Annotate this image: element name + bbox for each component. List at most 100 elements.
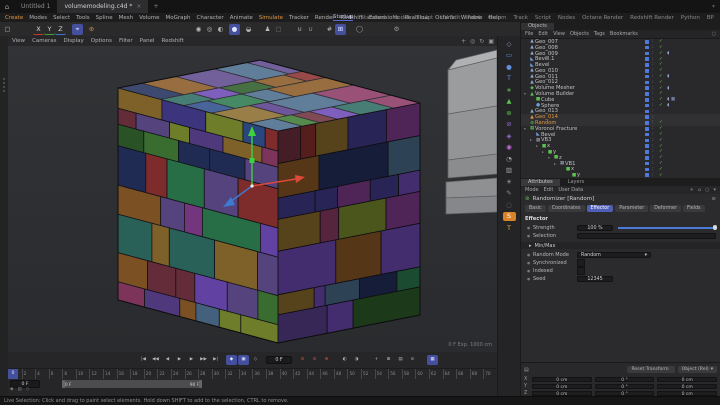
cloner-icon[interactable]: ∗	[503, 86, 516, 94]
current-frame-field[interactable]: 0 F	[266, 356, 292, 364]
snap-settings-button[interactable]: ∪	[305, 24, 316, 35]
viewport-menu-item[interactable]: Options	[91, 38, 112, 44]
viewport-menu-item[interactable]: Cameras	[32, 38, 56, 44]
layer-chip[interactable]	[645, 115, 649, 119]
volume-builder-icon[interactable]: ▲	[503, 97, 516, 105]
keyframe-selection-button[interactable]: ◇	[250, 355, 261, 365]
ring-icon[interactable]: ◌	[503, 201, 516, 209]
enable-check-icon[interactable]: ✓	[659, 86, 663, 91]
prev-key-button[interactable]: ◀◀	[150, 355, 161, 365]
scale-keys-button[interactable]: ⊞	[383, 355, 394, 365]
layer-chip[interactable]	[645, 109, 649, 114]
enable-check-icon[interactable]: ✓	[659, 91, 663, 96]
add-icon[interactable]: +	[690, 187, 694, 193]
selection-tool-icon[interactable]: ▢	[2, 24, 13, 35]
layer-chip[interactable]	[645, 40, 649, 44]
layer-chip[interactable]	[645, 138, 649, 143]
layer-chip[interactable]	[645, 173, 649, 177]
seed-field[interactable]: 12345	[577, 276, 613, 282]
window-menu-icon[interactable]: ▾	[712, 3, 715, 10]
y-axis-button[interactable]: Y	[44, 24, 55, 35]
pen-icon[interactable]: ✎	[503, 189, 516, 197]
random-mode-select[interactable]: Random ▾	[577, 252, 651, 258]
menu-item[interactable]: Modes	[29, 15, 47, 21]
mosaic-cube[interactable]	[117, 59, 421, 344]
rotation-field[interactable]: 0 °	[594, 383, 655, 390]
close-tab-icon[interactable]: ×	[136, 0, 141, 13]
record-position-button[interactable]: ⊘	[297, 355, 308, 365]
selection-field[interactable]	[577, 233, 716, 239]
menu-item[interactable]: Character	[197, 15, 224, 21]
strength-field[interactable]: 100 %	[577, 225, 613, 231]
layer-chip[interactable]	[645, 86, 649, 90]
menu-item[interactable]: Simulate	[259, 15, 283, 21]
goto-start-button[interactable]: |◀	[138, 355, 149, 365]
next-key-button[interactable]: ▶▶	[198, 355, 209, 365]
layer-chip[interactable]	[645, 51, 649, 56]
parameter-tab[interactable]: Fields	[682, 204, 705, 212]
viewport-menu-item[interactable]: Display	[64, 38, 84, 44]
om-menu-item[interactable]: Tags	[594, 31, 605, 37]
om-menu-item[interactable]: File	[525, 31, 533, 37]
tag-icons[interactable]: ◖	[667, 103, 671, 108]
viewport-menu-item[interactable]: Panel	[140, 38, 155, 44]
coord-menu-icon[interactable]: ▤	[524, 367, 529, 373]
rotate-icon[interactable]: ↻	[479, 38, 484, 45]
tag-icons[interactable]: ◖	[667, 51, 671, 56]
attribute-tab[interactable]: Layers	[561, 179, 592, 186]
zoom-icon[interactable]: ◎	[470, 38, 475, 45]
layer-chip[interactable]	[645, 74, 649, 79]
sculpt-icon[interactable]: S	[502, 212, 516, 221]
menu-item[interactable]: Spline	[96, 15, 113, 21]
time-icon[interactable]: ◔	[503, 155, 516, 163]
field-icon[interactable]: ⊘	[503, 120, 516, 128]
layer-chip[interactable]	[645, 121, 649, 125]
new-tab-button[interactable]: +	[153, 3, 158, 10]
home-icon[interactable]: ⌂	[698, 187, 701, 193]
enable-check-icon[interactable]: ✓	[659, 62, 663, 67]
enable-check-icon[interactable]: ✓	[659, 144, 663, 149]
slider-knob[interactable]	[712, 225, 717, 230]
effector-icon[interactable]: ⊛	[503, 109, 516, 117]
layer-chip[interactable]	[645, 92, 649, 96]
parameter-tab[interactable]: Parameter	[615, 204, 649, 212]
gizmo-y-handle[interactable]	[249, 158, 255, 163]
visibility-dots-icon[interactable]: :	[652, 172, 654, 178]
dock-grip[interactable]	[3, 78, 5, 92]
axis-lock-button[interactable]: ⌖	[72, 23, 83, 35]
layout-tab[interactable]: Octane Render	[582, 15, 623, 21]
snapshot-button[interactable]: ▦	[427, 355, 438, 365]
range-end-handle[interactable]	[199, 380, 202, 388]
synchronized-checkbox[interactable]	[577, 259, 585, 267]
render-region-button[interactable]: ◎	[204, 24, 215, 35]
text-icon[interactable]: T	[503, 74, 516, 82]
enable-check-icon[interactable]: ✓	[659, 161, 663, 166]
strength-slider[interactable]	[618, 225, 717, 230]
sphere-icon[interactable]: ●	[503, 63, 516, 71]
coord-system-button[interactable]: ⊕	[86, 24, 97, 35]
om-menu-item[interactable]: Objects	[570, 31, 589, 37]
render-team-button[interactable]: ◒	[243, 24, 254, 35]
layout-tab[interactable]: Python	[681, 15, 700, 21]
record-parameter-button[interactable]: ◐	[339, 355, 350, 365]
minmax-group-header[interactable]: ▸ Min/Max	[521, 242, 720, 249]
viewport-menu-item[interactable]: View	[12, 38, 25, 44]
layer-chip[interactable]	[645, 80, 649, 85]
timeline-ruler[interactable]: 0 02468101214161820222426283032343638404…	[8, 368, 497, 379]
viewport-menu-item[interactable]: Redshift	[162, 38, 184, 44]
search-icon[interactable]: ○	[705, 187, 709, 193]
layout-tab[interactable]: BP	[707, 15, 714, 21]
record-keyframe-button[interactable]: ◆	[226, 355, 237, 365]
parameter-tab[interactable]: Effector	[586, 204, 614, 212]
layer-chip[interactable]	[645, 98, 649, 102]
switch-view-icon[interactable]: ▣	[488, 38, 494, 45]
layout-tab[interactable]: Standard	[360, 15, 385, 21]
om-menu-item[interactable]: Edit	[538, 31, 548, 37]
indexed-checkbox[interactable]	[577, 267, 585, 275]
record-pla-button[interactable]: ◑	[351, 355, 362, 365]
layout-tab[interactable]: Startup	[333, 14, 354, 21]
viewport-menu-item[interactable]: Filter	[119, 38, 133, 44]
pan-icon[interactable]: +	[461, 38, 466, 45]
size-field[interactable]: 0 cm	[657, 376, 718, 383]
clamp-button[interactable]: ▤	[395, 355, 406, 365]
